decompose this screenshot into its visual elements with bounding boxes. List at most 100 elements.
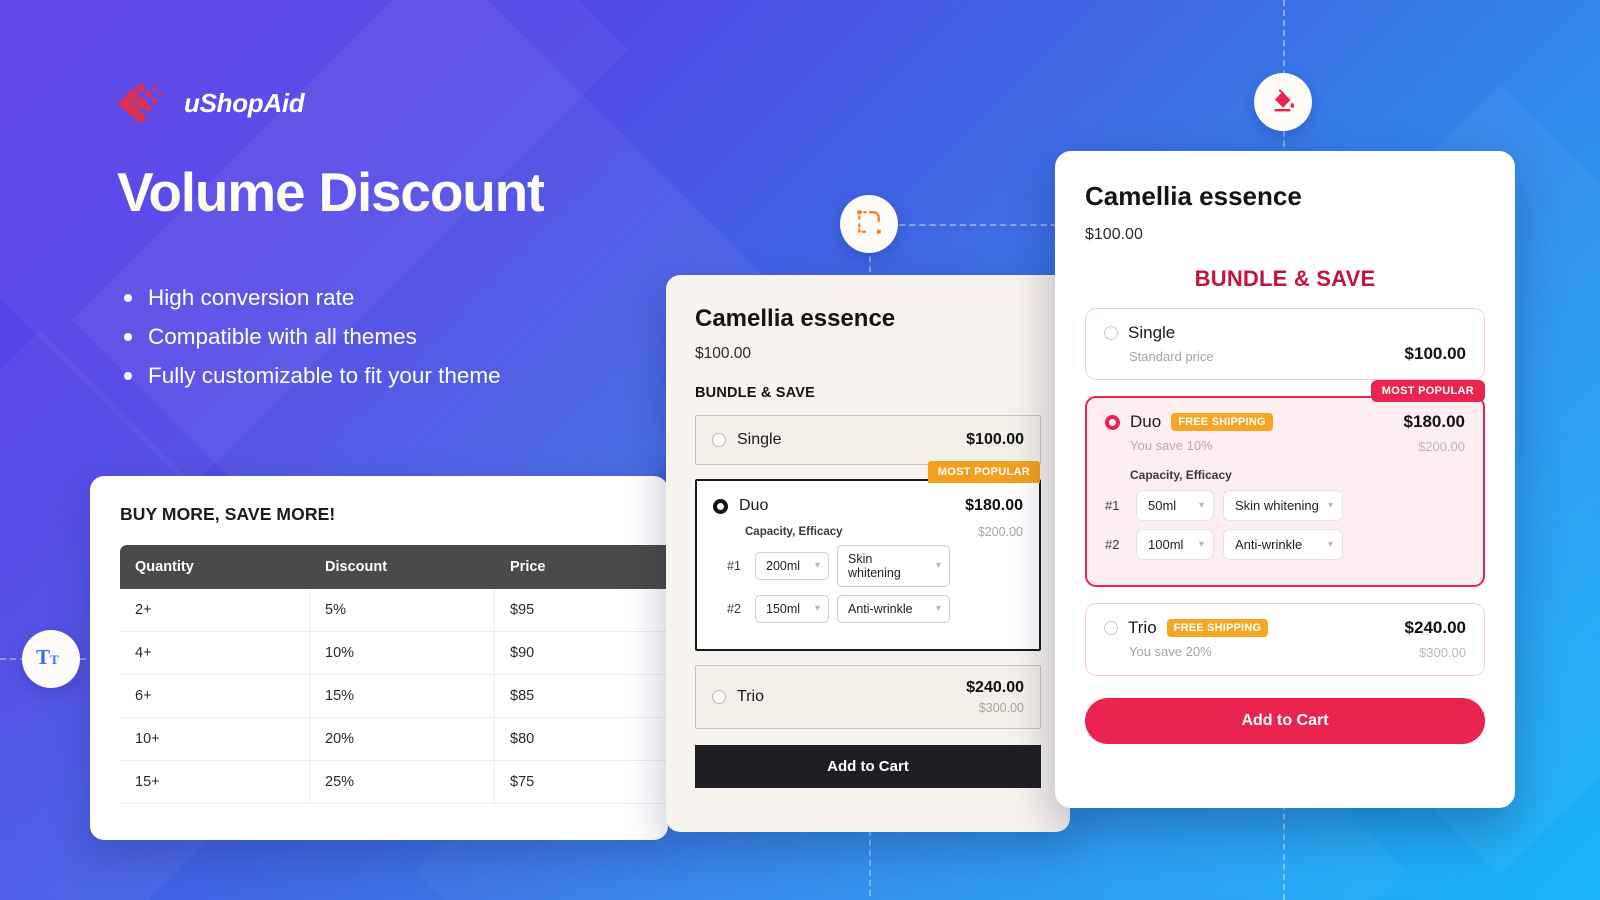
chevron-down-icon: ▾ <box>935 603 941 614</box>
cell-quantity: 10+ <box>120 718 310 761</box>
option-price: $100.00 <box>966 431 1024 448</box>
efficacy-select[interactable]: Anti-wrinkle ▾ <box>1223 529 1343 560</box>
cell-price: $90 <box>495 632 668 675</box>
option-compare-price: $300.00 <box>978 701 1024 715</box>
table-row: 10+ 20% $80 <box>120 718 668 761</box>
capacity-select[interactable]: 200ml ▾ <box>755 552 829 580</box>
bundle-option-duo[interactable]: MOST POPULAR Duo $180.00 Capacity, Effic… <box>695 461 1041 651</box>
feature-item: Compatible with all themes <box>122 317 501 356</box>
efficacy-value: Anti-wrinkle <box>1235 537 1303 552</box>
bundle-option-single[interactable]: Single Standard price $100.00 <box>1085 308 1485 380</box>
bundle-widget-styled-card: Camellia essence $100.00 BUNDLE & SAVE S… <box>1055 151 1515 808</box>
bundle-heading: BUNDLE & SAVE <box>1194 266 1376 291</box>
diamond-grid-logo-icon <box>117 78 168 128</box>
table-row: 15+ 25% $75 <box>120 761 668 804</box>
option-label: Duo <box>739 497 769 514</box>
feature-list: High conversion rate Compatible with all… <box>122 278 501 395</box>
chevron-down-icon: ▾ <box>1327 538 1333 550</box>
table-header-row: Quantity Discount Price <box>120 545 668 589</box>
table-card-heading: BUY MORE, SAVE MORE! <box>120 504 336 524</box>
bundle-option-single[interactable]: Single $100.00 <box>695 415 1041 465</box>
column-header-price: Price <box>495 545 668 589</box>
cell-quantity: 6+ <box>120 675 310 718</box>
column-header-discount: Discount <box>310 545 495 589</box>
option-label: Duo <box>1130 412 1162 431</box>
variant-index: #1 <box>727 559 741 573</box>
variant-row: #2 100ml ▾ Anti-wrinkle ▾ <box>1105 529 1465 560</box>
radio-icon[interactable] <box>1105 414 1120 430</box>
option-label: Trio <box>1128 618 1157 637</box>
product-title: Camellia essence <box>695 305 896 332</box>
option-subtext: You save 20% <box>1129 644 1212 659</box>
cell-quantity: 2+ <box>120 589 310 632</box>
capacity-select[interactable]: 150ml ▾ <box>755 595 829 623</box>
efficacy-value: Anti-wrinkle <box>848 602 913 616</box>
chevron-down-icon: ▾ <box>814 603 820 614</box>
option-subtext: Standard price <box>1129 349 1214 364</box>
cell-price: $75 <box>495 761 668 804</box>
cell-discount: 15% <box>310 675 495 718</box>
variant-index: #1 <box>1105 498 1120 513</box>
chevron-down-icon: ▾ <box>935 560 941 571</box>
brand-name: uShopAid <box>184 87 305 118</box>
chevron-down-icon: ▾ <box>1198 499 1204 511</box>
product-price: $100.00 <box>695 345 752 362</box>
option-label: Single <box>1128 323 1176 342</box>
radio-icon[interactable] <box>1104 621 1118 635</box>
background-facet <box>0 0 629 489</box>
text-size-icon: T T <box>36 644 66 675</box>
free-shipping-chip: FREE SHIPPING <box>1166 619 1269 637</box>
add-to-cart-button[interactable]: Add to Cart <box>695 745 1041 788</box>
option-subtext: You save 10% <box>1130 438 1213 453</box>
radio-icon[interactable] <box>713 498 728 514</box>
page-title: Volume Discount <box>117 161 545 223</box>
svg-text:T: T <box>50 652 59 667</box>
efficacy-value: Skin whitening <box>1235 498 1319 513</box>
chevron-down-icon: ▾ <box>1198 538 1204 550</box>
bundle-heading: BUNDLE & SAVE <box>695 385 815 401</box>
bundle-option-duo[interactable]: MOST POPULAR Duo FREE SHIPPING You save … <box>1085 380 1485 587</box>
cell-price: $85 <box>495 675 668 718</box>
chevron-down-icon: ▾ <box>1327 499 1333 511</box>
capacity-select[interactable]: 50ml ▾ <box>1136 490 1214 521</box>
cell-price: $80 <box>495 718 668 761</box>
radio-icon[interactable] <box>712 690 726 704</box>
capacity-select[interactable]: 100ml ▾ <box>1136 529 1214 560</box>
text-size-fab[interactable]: T T <box>22 630 80 688</box>
option-price: $100.00 <box>1404 344 1466 363</box>
radio-icon[interactable] <box>1104 326 1118 340</box>
efficacy-value: Skin whitening <box>848 552 901 580</box>
bundle-option-trio[interactable]: Trio FREE SHIPPING You save 20% $240.00 … <box>1085 603 1485 676</box>
cell-quantity: 15+ <box>120 761 310 804</box>
capacity-value: 50ml <box>1148 498 1177 513</box>
cell-discount: 20% <box>310 718 495 761</box>
option-price: $180.00 <box>1403 412 1465 431</box>
capacity-value: 150ml <box>766 602 801 616</box>
efficacy-select[interactable]: Anti-wrinkle ▾ <box>837 595 950 623</box>
brand-lockup: uShopAid <box>117 78 305 128</box>
option-compare-price: $300.00 <box>1419 645 1466 660</box>
capacity-value: 100ml <box>1148 537 1184 552</box>
cell-discount: 5% <box>310 589 495 632</box>
cell-discount: 10% <box>310 632 495 675</box>
variant-group-label: Capacity, Efficacy <box>1130 468 1232 482</box>
variant-row: #2 150ml ▾ Anti-wrinkle ▾ <box>727 595 1023 623</box>
bundle-widget-plain-card: Camellia essence $100.00 BUNDLE & SAVE S… <box>666 275 1070 832</box>
cell-discount: 25% <box>310 761 495 804</box>
efficacy-select[interactable]: Skin whitening ▾ <box>1223 490 1343 521</box>
svg-text:T: T <box>36 645 50 669</box>
efficacy-select[interactable]: Skin whitening ▾ <box>837 545 950 587</box>
cell-quantity: 4+ <box>120 632 310 675</box>
paint-bucket-fab[interactable] <box>1254 73 1312 131</box>
discount-table: Quantity Discount Price 2+ 5% $95 4+ 10%… <box>120 545 668 804</box>
corner-radius-fab[interactable] <box>840 195 898 253</box>
chevron-down-icon: ▾ <box>814 560 820 571</box>
most-popular-badge: MOST POPULAR <box>927 461 1040 483</box>
option-price: $180.00 <box>965 497 1023 514</box>
radio-icon[interactable] <box>712 433 726 447</box>
bundle-option-trio[interactable]: Trio $240.00 $300.00 <box>695 665 1041 729</box>
feature-item: High conversion rate <box>122 278 501 317</box>
add-to-cart-button[interactable]: Add to Cart <box>1085 698 1485 744</box>
free-shipping-chip: FREE SHIPPING <box>1171 413 1273 431</box>
product-price: $100.00 <box>1085 226 1143 243</box>
